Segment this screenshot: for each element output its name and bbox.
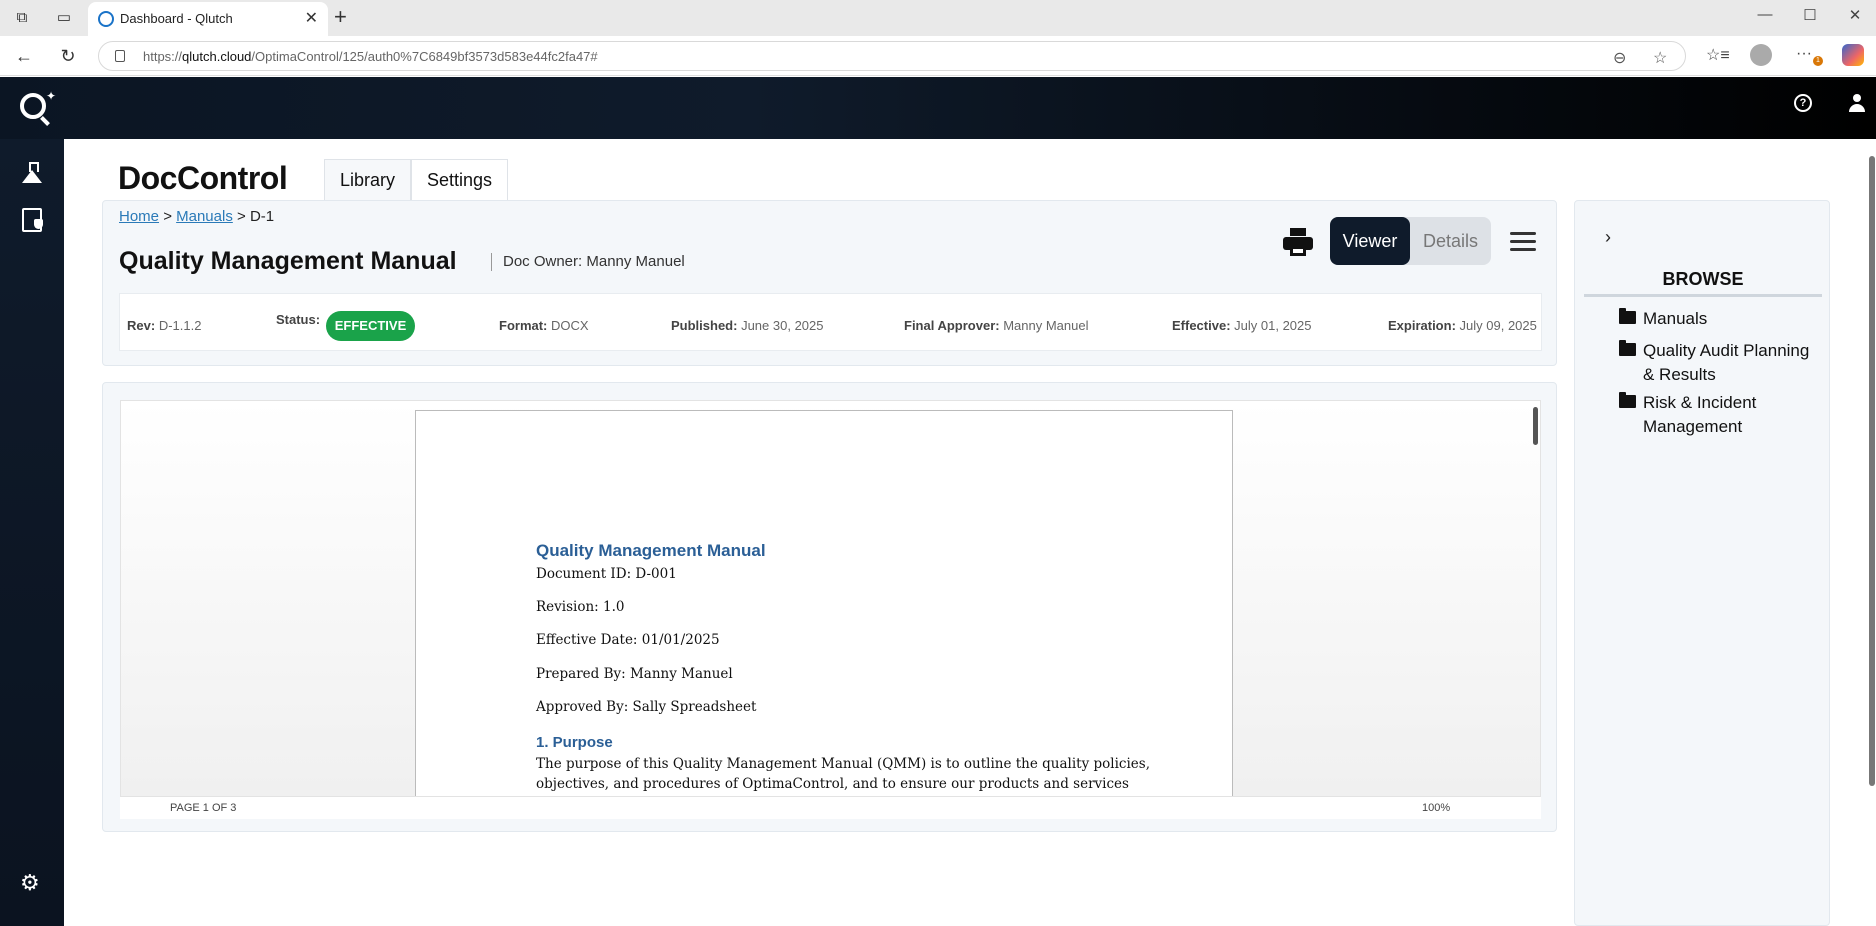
doc-paragraph-line: objectives, and procedures of OptimaCont… (536, 776, 1129, 792)
doc-control-icon[interactable] (20, 207, 44, 232)
url-input[interactable]: https://qlutch.cloud/OptimaControl/125/a… (98, 41, 1686, 71)
browser-tab[interactable]: Dashboard - Qlutch ✕ (88, 2, 328, 36)
workspaces-icon[interactable]: ⧉ (12, 8, 32, 28)
app-title: DocControl (118, 160, 288, 196)
folder-icon (1619, 392, 1636, 408)
viewer-canvas[interactable]: Quality Management Manual Document ID: D… (120, 400, 1541, 797)
folder-label: Risk & Incident Management (1643, 393, 1757, 436)
folder-label: Manuals (1643, 309, 1708, 328)
meta-rev: Rev: D-1.1.2 (127, 318, 202, 333)
profile-avatar[interactable] (1750, 44, 1772, 66)
sparkle-icon: ✦ (46, 89, 57, 103)
document-title: Quality Management Manual (119, 247, 457, 275)
document-info-panel: Home > Manuals > D-1 Quality Management … (102, 200, 1557, 366)
close-tab-icon[interactable]: ✕ (305, 8, 318, 28)
breadcrumb-current: D-1 (249, 208, 275, 225)
folder-icon (1619, 308, 1636, 324)
meta-format: Format: DOCX (499, 318, 589, 333)
meta-effective: Effective: July 01, 2025 (1172, 318, 1312, 333)
left-nav-rail: ⚙ (0, 139, 64, 926)
meta-final-approver: Final Approver: Manny Manuel (904, 318, 1089, 333)
page-scrollbar[interactable] (1869, 156, 1875, 786)
more-menu-icon[interactable]: ··· (1796, 45, 1812, 63)
tab-settings[interactable]: Settings (411, 159, 509, 201)
minimize-icon[interactable]: — (1755, 6, 1775, 23)
details-button[interactable]: Details (1410, 217, 1491, 265)
doc-line: Document ID: D-001 (536, 566, 677, 582)
folder-icon (1619, 340, 1636, 356)
tab-title: Dashboard - Qlutch (120, 11, 233, 26)
document-page: Quality Management Manual Document ID: D… (415, 410, 1233, 796)
doc-line: Prepared By: Manny Manuel (536, 666, 733, 682)
doc-section-title: 1. Purpose (536, 734, 613, 751)
folder-label: Quality Audit Planning & Results (1643, 341, 1810, 384)
refresh-icon[interactable]: ↻ (56, 44, 80, 68)
new-tab-icon[interactable]: + (334, 4, 347, 30)
print-icon[interactable] (1283, 228, 1313, 258)
meta-published: Published: June 30, 2025 (671, 318, 824, 333)
breadcrumb: Home > Manuals > D-1 (119, 208, 275, 225)
viewer-button[interactable]: Viewer (1330, 217, 1410, 265)
document-metadata: Rev: D-1.1.2 Status: EFFECTIVE Format: D… (119, 293, 1542, 351)
favorites-icon[interactable]: ☆≡ (1706, 45, 1730, 65)
browse-sidebar: › BROWSE Manuals Quality Audit Planning … (1574, 200, 1830, 926)
app-header: ✦ ? (0, 77, 1876, 139)
browser-tab-bar: ⧉ ▭ Dashboard - Qlutch ✕ + — ☐ ✕ (0, 0, 1876, 36)
copilot-icon[interactable] (1842, 44, 1864, 66)
browse-title: BROWSE (1662, 269, 1744, 289)
extensions-badge: 1 (1813, 56, 1823, 66)
chevron-right-icon[interactable]: › (1605, 227, 1611, 248)
qlutch-favicon-icon (98, 11, 114, 27)
view-toggle: Viewer Details (1330, 217, 1491, 265)
document-owner: Doc Owner: Manny Manuel (503, 253, 685, 270)
back-icon[interactable]: ← (12, 44, 36, 68)
doc-line: Effective Date: 01/01/2025 (536, 632, 720, 648)
help-icon[interactable]: ? (1794, 94, 1812, 112)
doc-line: Revision: 1.0 (536, 599, 625, 615)
meta-expiration: Expiration: July 09, 2025 (1388, 318, 1537, 333)
close-window-icon[interactable]: ✕ (1845, 6, 1865, 24)
viewer-status-bar: PAGE 1 OF 3 100% (120, 797, 1541, 819)
page-indicator: PAGE 1 OF 3 (170, 802, 237, 814)
favorite-star-icon[interactable]: ☆ (1653, 48, 1667, 68)
maximize-icon[interactable]: ☐ (1800, 6, 1820, 24)
page-actions-icon[interactable]: ⊖ (1613, 48, 1626, 68)
meta-status-label: Status: (276, 312, 321, 327)
title-divider (491, 253, 492, 271)
doc-paragraph-line: The purpose of this Quality Management M… (536, 756, 1151, 772)
lock-icon (115, 50, 125, 62)
breadcrumb-manuals[interactable]: Manuals (176, 208, 233, 225)
gear-icon[interactable]: ⚙ (20, 871, 40, 895)
document-viewer-panel: Quality Management Manual Document ID: D… (102, 382, 1557, 832)
user-icon[interactable] (1848, 94, 1866, 112)
doc-heading: Quality Management Manual (536, 541, 766, 560)
url-text: https://qlutch.cloud/OptimaControl/125/a… (143, 49, 598, 64)
browse-divider (1584, 294, 1822, 297)
doc-line: Approved By: Sally Spreadsheet (536, 699, 757, 715)
browser-address-bar: ← ↻ https://qlutch.cloud/OptimaControl/1… (0, 36, 1876, 76)
status-badge: EFFECTIVE (326, 311, 415, 341)
tab-library[interactable]: Library (324, 159, 412, 201)
tab-actions-icon[interactable]: ▭ (54, 8, 74, 28)
hamburger-menu-icon[interactable] (1510, 232, 1536, 252)
zoom-level[interactable]: 100% (1422, 802, 1450, 814)
viewer-scrollbar[interactable] (1533, 407, 1538, 445)
qlutch-logo-icon[interactable] (20, 93, 46, 119)
flask-icon[interactable] (20, 161, 44, 185)
breadcrumb-home[interactable]: Home (119, 208, 159, 225)
